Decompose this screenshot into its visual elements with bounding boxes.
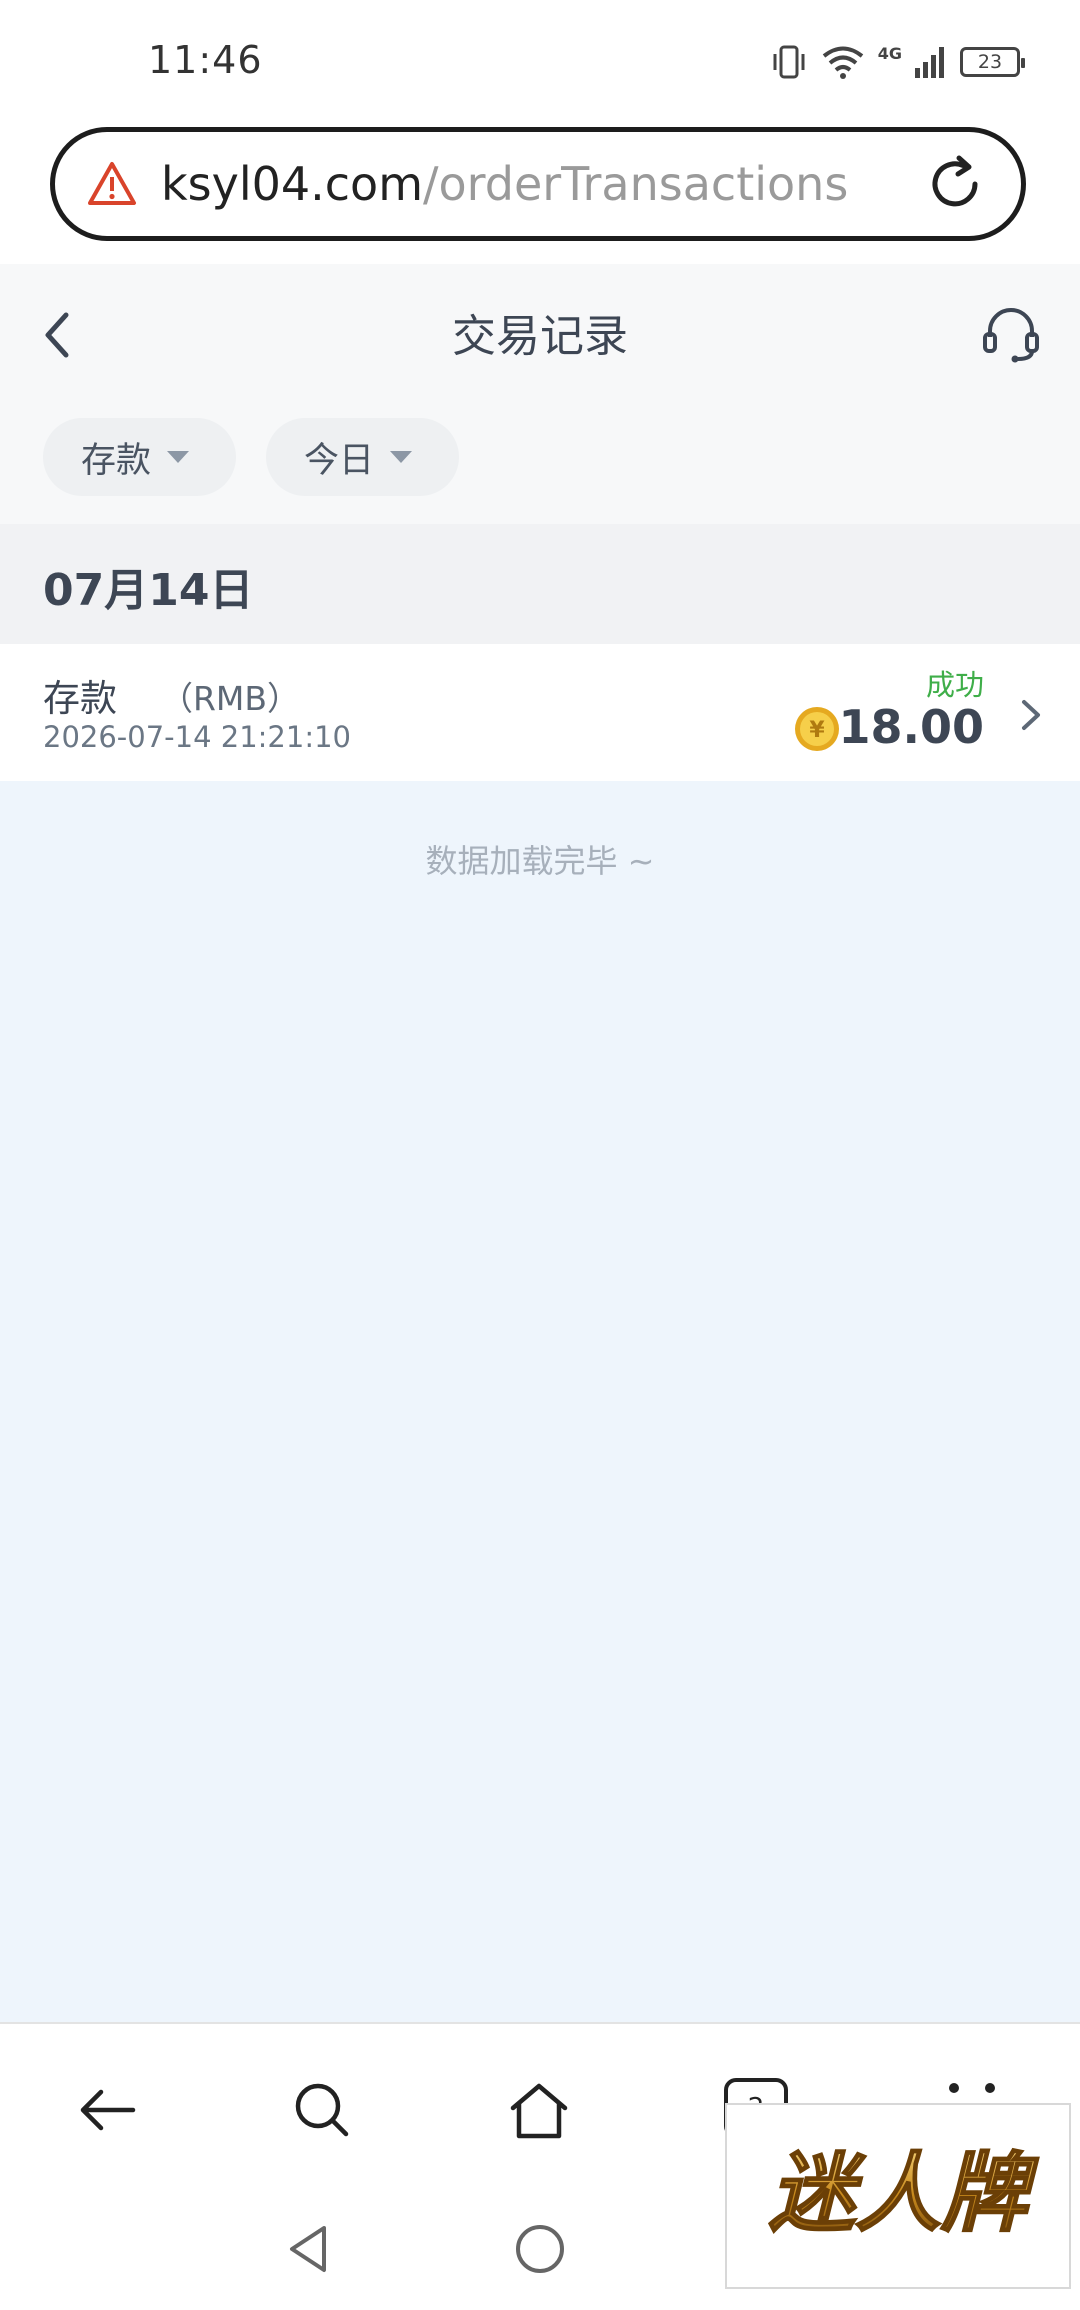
- load-complete-text: 数据加载完毕 ~: [425, 842, 655, 880]
- url-path: /orderTransactions: [423, 157, 849, 211]
- reload-icon[interactable]: [923, 152, 987, 216]
- watermark-logo: 迷人牌: [725, 2103, 1071, 2289]
- caret-down-icon: [167, 451, 190, 463]
- watermark-text: 迷人牌: [769, 2144, 1039, 2244]
- coin-symbol: ¥: [809, 718, 825, 743]
- transaction-type: 存款: [43, 677, 117, 720]
- nav-back-icon[interactable]: [282, 2222, 336, 2276]
- vibrate-icon: [773, 45, 805, 79]
- signal-icon: [915, 47, 944, 78]
- transaction-currency: （RMB）: [160, 679, 301, 718]
- battery-level: 23: [977, 51, 1003, 73]
- nav-home-icon[interactable]: [513, 2222, 567, 2276]
- transaction-amount: 18.00: [838, 700, 984, 754]
- coin-icon: ¥: [795, 707, 839, 751]
- url-text[interactable]: ksyl04.com/orderTransactions: [161, 157, 848, 211]
- back-arrow-icon[interactable]: [75, 2078, 139, 2142]
- type-filter[interactable]: 存款: [43, 418, 236, 496]
- headset-icon[interactable]: [980, 303, 1042, 365]
- battery-icon: 23: [960, 47, 1025, 77]
- wifi-icon: [822, 46, 863, 79]
- watermark-logo-art: 迷人牌: [768, 2143, 1040, 2245]
- content-area: [0, 781, 1080, 2022]
- type-filter-label: 存款: [81, 440, 152, 481]
- transaction-status: 成功: [925, 668, 984, 702]
- warning-icon[interactable]: [87, 159, 137, 209]
- search-icon[interactable]: [290, 2078, 354, 2142]
- date-group-label: 07月14日: [43, 565, 254, 616]
- chevron-right-icon[interactable]: [1018, 696, 1044, 734]
- date-filter[interactable]: 今日: [266, 418, 459, 496]
- network-label: 4G: [877, 43, 902, 63]
- transaction-time: 2026-07-14 21:21:10: [43, 720, 351, 754]
- address-bar[interactable]: ksyl04.com/orderTransactions: [50, 127, 1026, 241]
- status-icons: 4G 23: [770, 40, 1025, 84]
- date-filter-label: 今日: [304, 440, 375, 481]
- status-time: 11:46: [148, 38, 263, 82]
- home-icon[interactable]: [507, 2078, 571, 2142]
- url-host: ksyl04.com: [161, 157, 424, 211]
- page-title: 交易记录: [452, 311, 628, 362]
- caret-down-icon: [390, 451, 413, 463]
